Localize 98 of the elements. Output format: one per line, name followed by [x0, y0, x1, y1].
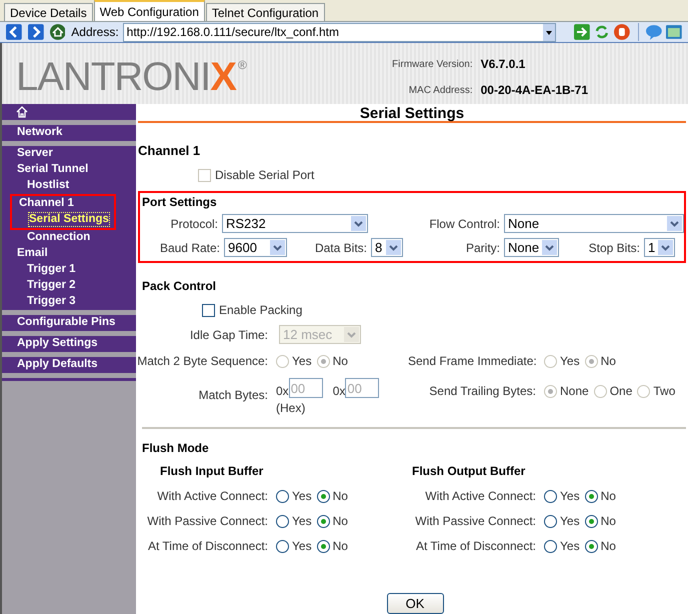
field-label: Match Bytes:: [198, 387, 269, 404]
radio-label: One: [610, 383, 632, 400]
group-heading: Flush Output Buffer: [411, 463, 526, 480]
radio-button[interactable]: [584, 540, 598, 552]
radio-button[interactable]: [544, 514, 557, 528]
page-title: Serial Settings: [138, 104, 686, 122]
radio-label: Yes: [292, 488, 312, 505]
radio-label: Yes: [292, 538, 312, 555]
radio-button[interactable]: [276, 514, 289, 528]
speech-bubble-icon[interactable]: [646, 24, 662, 40]
checkbox[interactable]: [202, 304, 215, 316]
radio-label: No: [332, 353, 348, 370]
info-value: V6.7.0.1: [480, 56, 526, 74]
radio-label: No: [600, 513, 616, 530]
radio-button[interactable]: [544, 540, 557, 552]
field-label: Match 2 Byte Sequence:: [136, 353, 269, 370]
dropdown[interactable]: 1: [644, 238, 675, 257]
address-label: Address:: [71, 24, 119, 42]
radio-label: No: [332, 488, 348, 505]
field-label: With Active Connect:: [156, 488, 269, 505]
field-label: Send Trailing Bytes:: [428, 383, 537, 400]
radio-button[interactable]: [276, 490, 289, 502]
field-label: Idle Gap Time:: [188, 326, 269, 344]
radio-button[interactable]: [316, 490, 330, 502]
sidebar-link[interactable]: Serial Settings: [28, 212, 110, 227]
radio-label: Yes: [560, 538, 580, 555]
radio-label: No: [332, 513, 348, 530]
radio-label: Yes: [560, 488, 580, 505]
radio-button[interactable]: [276, 540, 289, 552]
field-label: Baud Rate:: [158, 240, 221, 256]
info-label: Firmware Version:: [392, 58, 473, 72]
caret-icon: [351, 216, 366, 231]
field-label: Data Bits:: [314, 240, 368, 256]
refresh-icon[interactable]: [594, 24, 610, 40]
info-value: 00-20-4A-EA-1B-71: [480, 82, 588, 100]
field-label: At Time of Disconnect:: [414, 538, 537, 555]
caret-icon: [658, 240, 673, 255]
caret-icon: [270, 240, 285, 255]
caret-icon: [542, 240, 557, 255]
radio-button[interactable]: [316, 540, 330, 552]
radio-button[interactable]: [544, 490, 557, 502]
radio-label: Yes: [560, 353, 580, 370]
section-heading: Pack Control: [142, 278, 218, 295]
field-label: Send Frame Immediate:: [408, 353, 538, 370]
radio-button[interactable]: [316, 514, 330, 528]
group-heading: Flush Input Buffer: [159, 463, 264, 480]
checkbox-label: Enable Packing: [219, 302, 302, 319]
stop-icon[interactable]: [614, 24, 630, 40]
section-heading: Channel 1: [138, 142, 202, 160]
field-label: Parity:: [464, 240, 501, 256]
caret-icon[interactable]: [543, 24, 556, 41]
caret-icon: [344, 327, 359, 342]
radio-label: Yes: [292, 353, 312, 370]
radio-label: Yes: [560, 513, 580, 530]
ok-button[interactable]: OK: [386, 593, 444, 614]
radio-label: No: [332, 538, 348, 555]
field-label: Protocol:: [170, 216, 219, 232]
checkbox-label: Disable Serial Port: [215, 167, 314, 184]
radio-label: No: [600, 353, 616, 370]
dropdown[interactable]: RS232: [222, 214, 368, 233]
dropdown[interactable]: 8: [371, 238, 403, 257]
go-icon[interactable]: [574, 24, 590, 40]
browser-tab[interactable]: Web Configuration: [94, 0, 205, 21]
window-icon[interactable]: [666, 25, 682, 40]
radio-label: No: [600, 488, 616, 505]
forward-icon[interactable]: [28, 24, 44, 40]
back-icon[interactable]: [6, 24, 22, 40]
info-label: MAC Address:: [408, 84, 473, 98]
section-heading: Flush Mode: [142, 440, 210, 457]
radio-label: None: [560, 383, 589, 400]
radio-label: Two: [653, 383, 676, 400]
radio-button[interactable]: [584, 490, 598, 502]
field-label: At Time of Disconnect:: [146, 538, 269, 555]
browser-tab[interactable]: Telnet Configuration: [206, 3, 325, 21]
home-icon[interactable]: [50, 24, 66, 40]
logo: LANTRONIX®: [16, 54, 246, 100]
hex-prefix: 0x: [332, 383, 346, 400]
field-label: With Active Connect:: [424, 488, 537, 505]
home-icon[interactable]: [16, 106, 28, 118]
field-label: Stop Bits:: [588, 240, 641, 256]
field-label: With Passive Connect:: [414, 513, 537, 530]
dropdown[interactable]: 9600: [224, 238, 287, 257]
radio-label: No: [600, 538, 616, 555]
section-heading: Port Settings: [142, 194, 218, 211]
field-label: With Passive Connect:: [146, 513, 269, 530]
checkbox[interactable]: [198, 168, 211, 182]
dropdown[interactable]: None: [504, 214, 684, 233]
field-label: Flow Control:: [428, 216, 501, 232]
caret-icon: [386, 240, 401, 255]
dropdown[interactable]: None: [504, 238, 559, 257]
hex-prefix: 0x: [276, 383, 289, 400]
sidebar-link[interactable]: Channel 1: [18, 196, 75, 211]
address-field[interactable]: http://192.168.0.111/secure/ltx_conf.htm: [122, 22, 556, 42]
hint-text: (Hex): [276, 400, 306, 417]
browser-tab[interactable]: Device Details: [4, 3, 93, 21]
caret-icon: [667, 216, 682, 231]
radio-button[interactable]: [584, 514, 598, 528]
radio-label: Yes: [292, 513, 312, 530]
